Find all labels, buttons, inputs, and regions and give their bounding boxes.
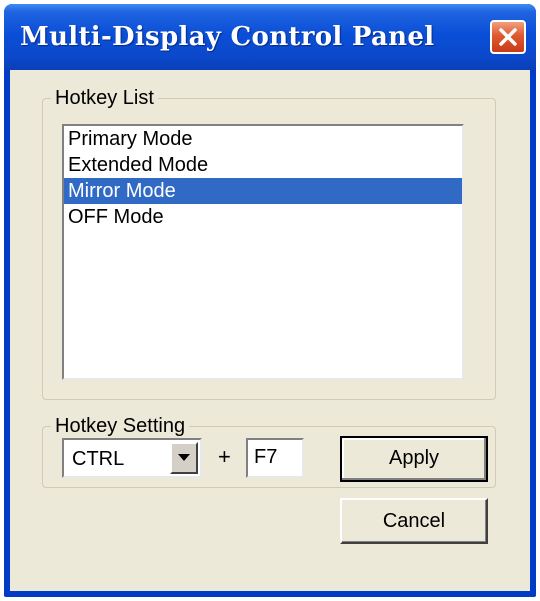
modifier-value: CTRL [72,448,125,470]
hotkey-list-label: Hotkey List [51,87,158,109]
plus-sign: + [218,444,231,469]
dialog-window: Multi-Display Control Panel Hotkey List … [4,4,536,597]
hotkey-listbox[interactable]: Primary Mode Extended Mode Mirror Mode O… [62,124,464,380]
list-item-primary-mode[interactable]: Primary Mode [64,126,462,152]
dialog-client-area: Hotkey List Primary Mode Extended Mode M… [10,70,530,591]
hotkey-setting-label: Hotkey Setting [51,415,190,437]
window-title: Multi-Display Control Panel [20,22,435,52]
list-item-mirror-mode[interactable]: Mirror Mode [64,178,462,204]
close-button[interactable] [490,20,526,54]
dropdown-button[interactable] [170,442,198,474]
list-item-extended-mode[interactable]: Extended Mode [64,152,462,178]
chevron-down-icon [178,454,190,461]
title-bar[interactable]: Multi-Display Control Panel [4,4,536,70]
close-icon [499,28,517,46]
apply-button[interactable]: Apply [340,436,488,482]
list-item-off-mode[interactable]: OFF Mode [64,204,462,230]
hotkey-key-field[interactable]: F7 [246,438,304,478]
modifier-dropdown[interactable]: CTRL [62,438,202,478]
cancel-button[interactable]: Cancel [340,498,488,544]
